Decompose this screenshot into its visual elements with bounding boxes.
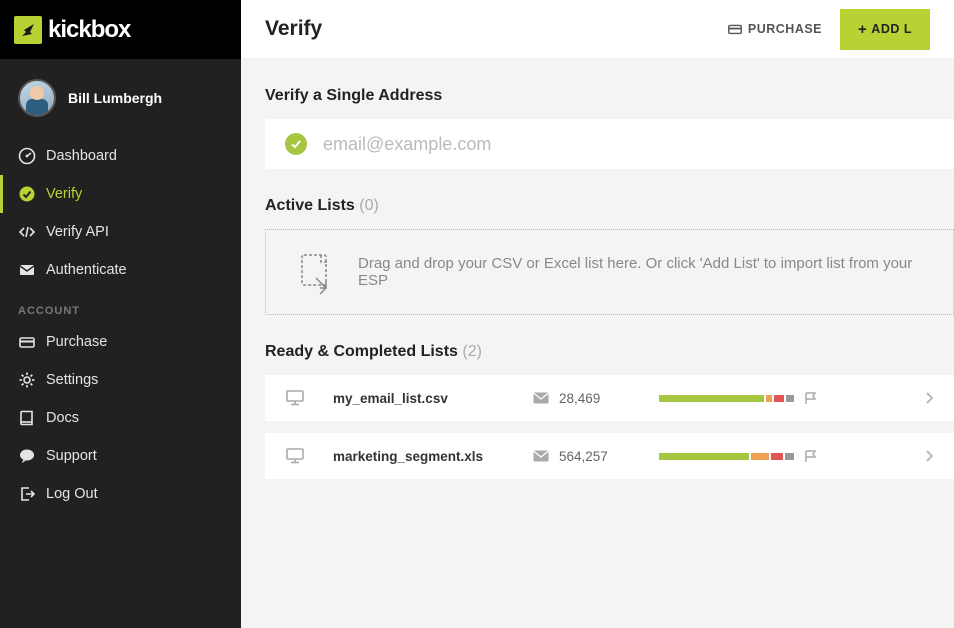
email-input[interactable] [323, 134, 934, 155]
topbar: Verify PURCHASE + ADD L [241, 0, 954, 59]
gear-icon [18, 371, 36, 389]
sidebar-item-label: Log Out [46, 486, 98, 502]
file-drop-icon [296, 252, 336, 292]
user-block[interactable]: Bill Lumbergh [0, 59, 241, 137]
book-icon [18, 409, 36, 427]
monitor-icon [285, 447, 305, 465]
sidebar-item-logout[interactable]: Log Out [0, 475, 241, 513]
sidebar-item-label: Docs [46, 410, 79, 426]
progress-bar [659, 391, 884, 405]
plus-icon: + [858, 21, 867, 38]
envelope-icon [533, 392, 549, 404]
check-circle-icon [285, 133, 307, 155]
add-list-button[interactable]: + ADD L [840, 9, 930, 50]
user-name: Bill Lumbergh [68, 90, 162, 106]
flag-icon [804, 449, 818, 463]
sidebar-item-authenticate[interactable]: Authenticate [0, 251, 241, 289]
sidebar-item-purchase[interactable]: Purchase [0, 323, 241, 361]
row-count: 28,469 [559, 391, 659, 406]
nav-account: Purchase Settings Docs Support Log Out [0, 323, 241, 513]
avatar [18, 79, 56, 117]
sidebar-item-label: Support [46, 448, 97, 464]
list-row[interactable]: marketing_segment.xls 564,257 [265, 433, 954, 479]
flag-icon [804, 391, 818, 405]
chevron-right-icon [884, 449, 934, 463]
progress-bar [659, 449, 884, 463]
envelope-icon [533, 450, 549, 462]
content: Verify a Single Address Active Lists (0) [241, 59, 954, 491]
monitor-icon [285, 389, 305, 407]
active-lists-count: (0) [359, 197, 379, 214]
sidebar-item-dashboard[interactable]: Dashboard [0, 137, 241, 175]
nav-main: Dashboard Verify Verify API Authenticate [0, 137, 241, 289]
chevron-right-icon [884, 391, 934, 405]
active-lists-title: Active Lists (0) [265, 197, 954, 215]
page-title: Verify [265, 17, 727, 41]
row-count: 564,257 [559, 449, 659, 464]
purchase-label: PURCHASE [748, 22, 822, 36]
purchase-button[interactable]: PURCHASE [727, 21, 822, 37]
chat-icon [18, 447, 36, 465]
single-verify-title: Verify a Single Address [265, 87, 954, 105]
main: Verify PURCHASE + ADD L Verify a Single … [241, 0, 954, 628]
file-name: my_email_list.csv [333, 391, 533, 406]
envelope-icon [18, 261, 36, 279]
ready-lists-count: (2) [462, 343, 482, 360]
list-row[interactable]: my_email_list.csv 28,469 [265, 375, 954, 421]
sidebar-item-label: Verify API [46, 224, 109, 240]
single-verify-box [265, 119, 954, 169]
sidebar-item-label: Settings [46, 372, 98, 388]
sidebar-item-support[interactable]: Support [0, 437, 241, 475]
sidebar-item-label: Dashboard [46, 148, 117, 164]
sidebar-item-verify[interactable]: Verify [0, 175, 241, 213]
logout-icon [18, 485, 36, 503]
file-name: marketing_segment.xls [333, 449, 533, 464]
sidebar-item-docs[interactable]: Docs [0, 399, 241, 437]
sidebar-item-label: Authenticate [46, 262, 127, 278]
ready-lists-title: Ready & Completed Lists (2) [265, 343, 954, 361]
card-icon [18, 333, 36, 351]
sidebar-item-settings[interactable]: Settings [0, 361, 241, 399]
dashboard-icon [18, 147, 36, 165]
add-list-label: ADD L [871, 22, 912, 36]
sidebar-item-label: Verify [46, 186, 82, 202]
sidebar-item-verify-api[interactable]: Verify API [0, 213, 241, 251]
dropzone-text: Drag and drop your CSV or Excel list her… [358, 255, 933, 289]
dropzone[interactable]: Drag and drop your CSV or Excel list her… [265, 229, 954, 315]
code-icon [18, 223, 36, 241]
logo[interactable]: kickbox [0, 0, 241, 59]
sidebar-item-label: Purchase [46, 334, 107, 350]
logo-mark-icon [14, 16, 42, 44]
card-icon [727, 21, 743, 37]
brand-name: kickbox [48, 16, 130, 44]
sidebar: kickbox Bill Lumbergh Dashboard Verify V… [0, 0, 241, 628]
check-icon [18, 185, 36, 203]
account-section-label: ACCOUNT [0, 289, 241, 323]
